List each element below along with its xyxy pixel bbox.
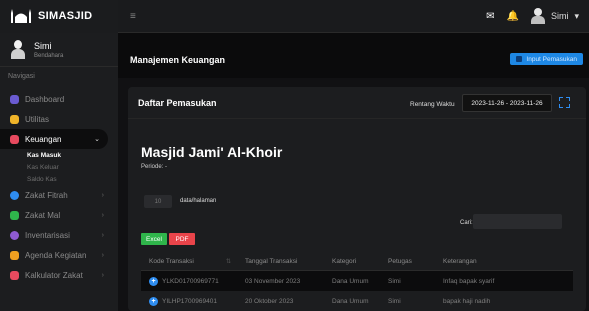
sidebar-item-kalkulator-zakat[interactable]: Kalkulator Zakat › [0, 265, 118, 285]
search-input[interactable] [473, 214, 562, 229]
column-label: Kode Transaksi [149, 258, 194, 265]
chevron-down-icon: ▾ [574, 10, 579, 21]
income-card: Daftar Pemasukan Rentang Waktu 2023-11-2… [128, 87, 586, 311]
zakat-fitrah-icon [10, 190, 19, 200]
table-row[interactable]: + YILHP1700969401 20 Oktober 2023 Dana U… [141, 291, 573, 311]
calendar-icon [10, 250, 19, 260]
chevron-right-icon: › [101, 271, 104, 279]
menu-toggle-icon[interactable]: ≡ [130, 11, 136, 22]
cell-keterangan: bapak haji nadih [443, 297, 491, 305]
table-row[interactable]: + YLKD01700969771 03 November 2023 Dana … [141, 271, 573, 291]
chevron-right-icon: › [101, 211, 104, 219]
organization-name: Masjid Jami' Al-Khoir [141, 144, 283, 160]
chevron-right-icon: › [101, 231, 104, 239]
chevron-right-icon: › [101, 251, 104, 259]
per-page-select[interactable]: 10 [144, 195, 172, 208]
page-header: Manajemen Keuangan Input Pemasukan [118, 33, 589, 78]
sort-icon: ⇅ [225, 259, 231, 265]
sidebar-item-inventarisasi[interactable]: Inventarisasi › [0, 225, 118, 245]
search-label: Cari: [460, 220, 473, 226]
column-header-kode[interactable]: Kode Transaksi ⇅ [141, 258, 237, 265]
column-header-keterangan[interactable]: Keterangan [439, 258, 573, 265]
sidebar-item-agenda-kegiatan[interactable]: Agenda Kegiatan › [0, 245, 118, 265]
sidebar-item-label: Dashboard [25, 94, 65, 104]
cell-tanggal: 20 Oktober 2023 [245, 297, 294, 305]
cell-kode: + YILHP1700969401 [141, 296, 237, 306]
sidebar-item-keuangan[interactable]: Keuangan ⌄ [0, 129, 108, 149]
sidebar-subitem-kas-keluar[interactable]: Kas Keluar [0, 161, 118, 173]
table-header: Kode Transaksi ⇅ Tanggal Transaksi Kateg… [141, 253, 573, 271]
sidebar-item-label: Zakat Fitrah [25, 190, 68, 200]
sidebar-item-label: Zakat Mal [25, 210, 61, 220]
dashboard-icon [10, 94, 19, 104]
calculator-icon [10, 270, 19, 280]
cell-kode: + YLKD01700969771 [141, 276, 237, 286]
cell-kategori: Dana Umum [332, 297, 369, 305]
utility-icon [10, 114, 19, 124]
bell-icon[interactable]: 🔔 [507, 11, 519, 22]
fullscreen-icon[interactable] [559, 97, 570, 108]
column-header-petugas[interactable]: Petugas [384, 258, 439, 265]
input-pemasukan-button[interactable]: Input Pemasukan [510, 53, 583, 65]
excel-export-button[interactable]: Excel [141, 233, 167, 245]
card-title: Daftar Pemasukan [138, 98, 217, 108]
user-menu[interactable]: Simi ▾ [530, 8, 579, 24]
cell-petugas: Simi [388, 277, 401, 285]
profile-role: Bendahara [34, 52, 64, 59]
sidebar-item-label: Kalkulator Zakat [25, 270, 83, 280]
column-header-kategori[interactable]: Kategori [328, 258, 384, 265]
top-navbar: SIMASJID ≡ ✉ 🔔 Simi ▾ [0, 0, 589, 33]
per-page-label: data/halaman [180, 198, 217, 204]
finance-icon [10, 134, 19, 144]
transactions-table: Kode Transaksi ⇅ Tanggal Transaksi Kateg… [141, 253, 573, 311]
app-root: SIMASJID ≡ ✉ 🔔 Simi ▾ Simi Bendahara Nav… [0, 0, 589, 311]
sidebar-item-utilitas[interactable]: Utilitas [0, 109, 118, 129]
sidebar-item-label: Keuangan [25, 134, 62, 144]
date-range-label: Rentang Waktu [410, 101, 455, 108]
avatar [530, 8, 545, 24]
sidebar-item-zakat-mal[interactable]: Zakat Mal › [0, 205, 118, 225]
brand-name: SIMASJID [38, 10, 93, 22]
zakat-mal-icon [10, 210, 19, 220]
sidebar-item-label: Utilitas [25, 114, 50, 124]
column-header-tanggal[interactable]: Tanggal Transaksi [237, 258, 328, 265]
chevron-down-icon: ⌄ [94, 136, 100, 143]
cell-keterangan: Infaq bapak syarif [443, 277, 495, 285]
sidebar-item-dashboard[interactable]: Dashboard [0, 89, 118, 109]
date-range-input[interactable]: 2023-11-26 - 2023-11-26 [462, 94, 552, 112]
sidebar-item-label: Agenda Kegiatan [25, 250, 87, 260]
sidebar-item-zakat-fitrah[interactable]: Zakat Fitrah › [0, 185, 118, 205]
card-header: Daftar Pemasukan Rentang Waktu 2023-11-2… [128, 87, 586, 119]
sidebar-item-label: Inventarisasi [25, 230, 70, 240]
cell-petugas: Simi [388, 297, 401, 305]
input-pemasukan-label: Input Pemasukan [526, 55, 577, 63]
expand-row-icon[interactable]: + [149, 276, 158, 286]
sidebar-subitem-kas-masuk[interactable]: Kas Masuk [0, 149, 118, 161]
main-content: Manajemen Keuangan Input Pemasukan Dafta… [118, 33, 589, 311]
periode-label: Periode: - [141, 164, 168, 170]
mosque-logo-icon [11, 9, 31, 23]
expand-row-icon[interactable]: + [149, 296, 158, 306]
nav-section-label: Navigasi [8, 73, 35, 80]
pdf-export-button[interactable]: PDF [169, 233, 195, 245]
sidebar-subitem-saldo-kas[interactable]: Saldo Kas [0, 173, 118, 185]
brand[interactable]: SIMASJID [0, 0, 118, 33]
user-name: Simi [550, 11, 569, 21]
page-title: Manajemen Keuangan [130, 55, 226, 65]
plus-icon [516, 56, 523, 62]
cell-tanggal: 03 November 2023 [245, 277, 301, 285]
sidebar: Simi Bendahara Navigasi Dashboard Utilit… [0, 33, 118, 311]
cell-text: YLKD01700969771 [162, 277, 219, 285]
sidebar-profile[interactable]: Simi Bendahara [0, 33, 118, 67]
mail-icon[interactable]: ✉ [486, 11, 494, 22]
chevron-right-icon: › [101, 191, 104, 199]
cell-kategori: Dana Umum [332, 277, 369, 285]
profile-avatar [10, 39, 26, 60]
inventory-icon [10, 230, 19, 240]
profile-name: Simi [34, 40, 52, 51]
cell-text: YILHP1700969401 [162, 297, 217, 305]
